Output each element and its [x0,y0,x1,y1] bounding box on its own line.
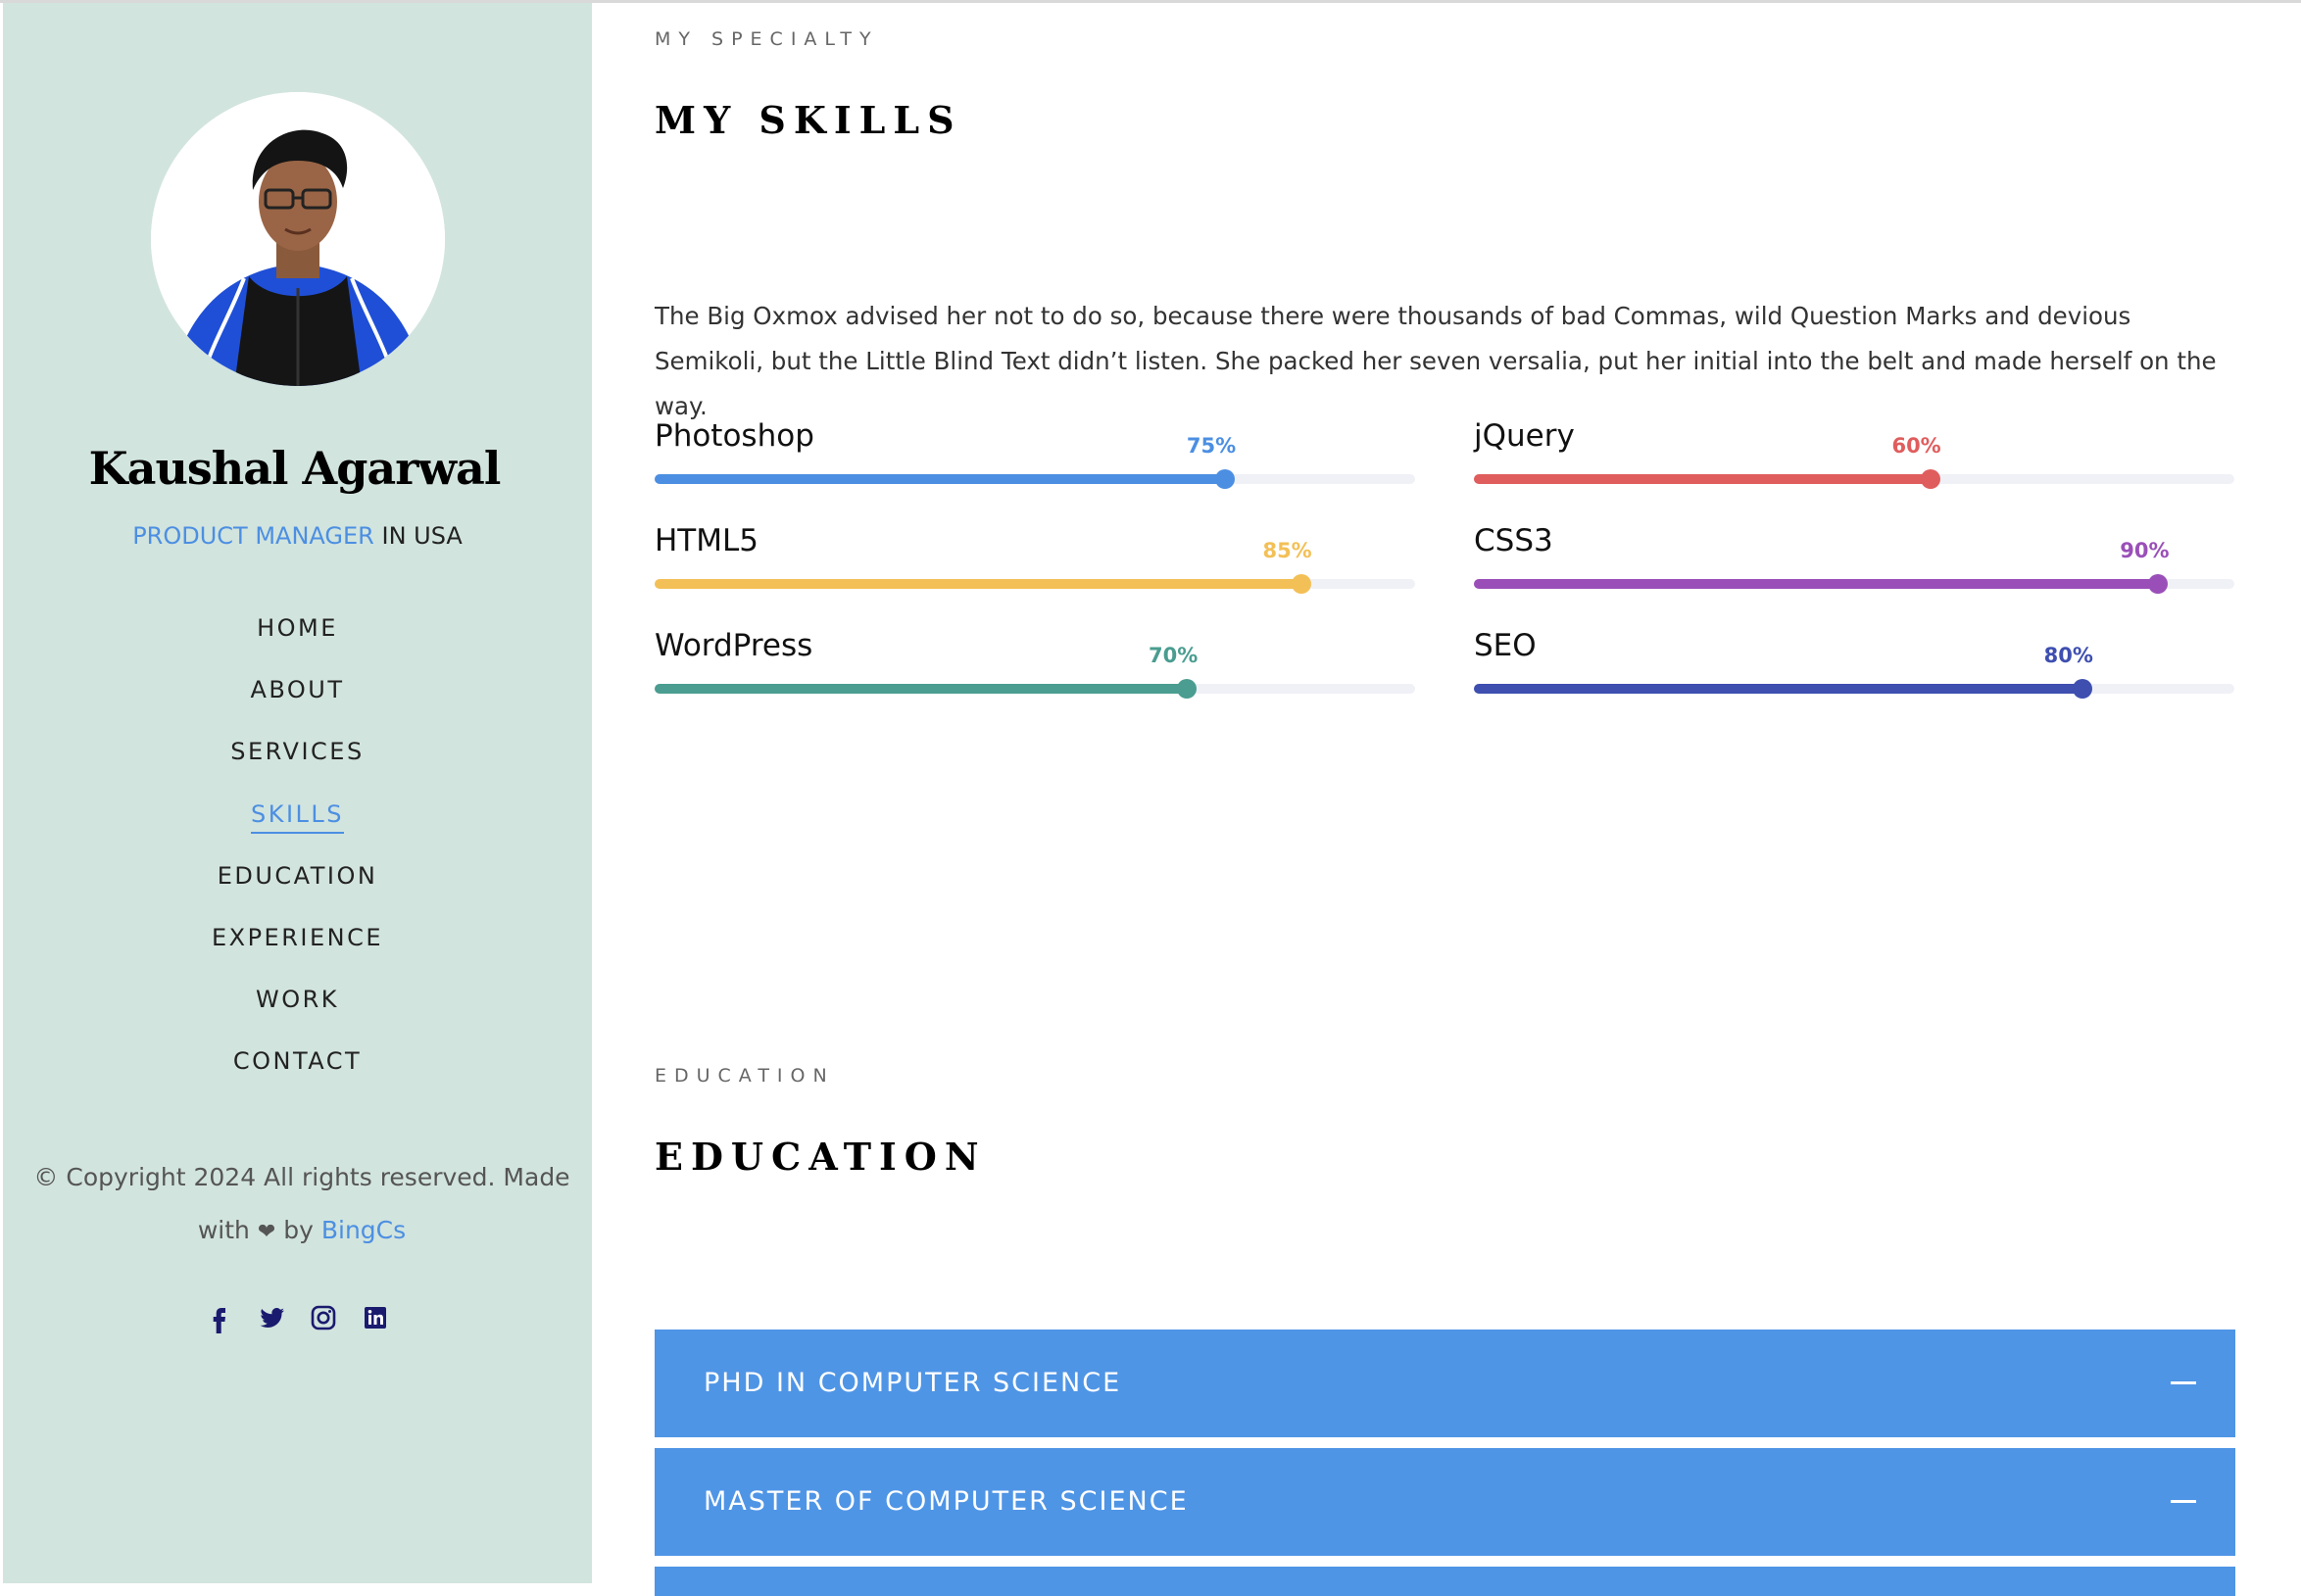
author-link[interactable]: BingCs [321,1216,406,1244]
instagram-icon[interactable] [308,1302,339,1333]
skill-progress-knob [1920,469,1940,489]
nav-item-services[interactable]: SERVICES [3,730,592,792]
skill-label: Photoshop [655,418,814,454]
nav-item-label[interactable]: HOME [257,614,338,646]
nav-item-label[interactable]: SERVICES [230,738,364,769]
collapse-minus-icon[interactable] [2171,1500,2196,1503]
nav-item-skills[interactable]: SKILLS [3,793,592,854]
nav-item-label[interactable]: EDUCATION [218,862,378,894]
skill-label: jQuery [1474,418,1575,454]
skill-css3: CSS3 90% [1474,523,2234,602]
skill-progress-track [1474,574,2234,594]
skill-progress-knob [1291,574,1311,594]
skill-progress-track [655,469,1415,489]
facebook-icon[interactable] [204,1302,235,1333]
skill-progress-track [1474,679,2234,699]
education-item-phd[interactable]: PHD IN COMPUTER SCIENCE [655,1330,2235,1437]
skills-subheading: MY SPECIALTY [655,28,879,50]
skill-progress-fill [655,579,1301,589]
skill-label: HTML5 [655,523,759,558]
heart-icon: ❤ [257,1220,276,1244]
nav-item-label[interactable]: ABOUT [250,676,344,707]
skill-photoshop: Photoshop 75% [655,418,1415,497]
skill-progress-knob [2148,574,2169,594]
education-item-masters[interactable]: MASTER OF COMPUTER SCIENCE [655,1448,2235,1556]
accordion-title[interactable]: MASTER OF COMPUTER SCIENCE [704,1448,1189,1556]
copyright-with: with [197,1216,250,1244]
skill-percent: 75% [1186,434,1237,458]
skill-progress-fill [1474,474,1931,484]
nav-item-label[interactable]: EXPERIENCE [212,924,383,955]
skill-progress-knob [2072,679,2092,699]
nav-item-education[interactable]: EDUCATION [3,854,592,916]
collapse-minus-icon[interactable] [2171,1381,2196,1384]
role-title: PRODUCT MANAGER [132,522,374,550]
skill-progress-track [655,574,1415,594]
education-subheading: EDUCATION [655,1065,835,1087]
skill-progress-fill [1474,684,2082,694]
main-nav: HOME ABOUT SERVICES SKILLS EDUCATION EXP… [3,606,592,1102]
avatar [151,92,445,386]
skill-percent: 85% [1262,539,1312,562]
profile-name: Kaushal Agarwal [88,442,502,495]
skill-percent: 60% [1891,434,1941,458]
skill-progress-knob [1177,679,1198,699]
skill-progress-fill [1474,579,2159,589]
nav-item-label[interactable]: WORK [256,986,339,1017]
profile-photo [151,92,445,386]
accordion-title[interactable]: PHD IN COMPUTER SCIENCE [704,1330,1121,1437]
skill-label: CSS3 [1474,523,1553,558]
nav-item-experience[interactable]: EXPERIENCE [3,916,592,978]
role-location: IN USA [381,522,463,550]
skill-seo: SEO 80% [1474,628,2234,706]
skill-label: SEO [1474,628,1537,663]
copyright-text: © Copyright 2024 All rights reserved. Ma… [32,1151,571,1259]
skill-wordpress: WordPress 70% [655,628,1415,706]
skill-jquery: jQuery 60% [1474,418,2234,497]
skill-label: WordPress [655,628,813,663]
nav-item-label[interactable]: CONTACT [233,1047,362,1079]
skill-progress-track [655,679,1415,699]
nav-item-label[interactable]: SKILLS [250,799,345,834]
linkedin-icon[interactable] [360,1302,391,1333]
copyright-prefix: © Copyright 2024 All rights reserved. Ma… [33,1163,570,1191]
education-heading: EDUCATION [655,1135,987,1179]
skill-percent: 80% [2043,644,2093,667]
main-content: MY SPECIALTY MY SKILLS The Big Oxmox adv… [592,3,2301,1596]
skill-progress-knob [1215,469,1235,489]
profile-role: PRODUCT MANAGER IN USA [3,522,592,550]
skill-html5: HTML5 85% [655,523,1415,602]
copyright-by: by [283,1216,314,1244]
skill-percent: 90% [2120,539,2170,562]
skills-heading: MY SKILLS [655,98,962,142]
skill-progress-track [1474,469,2234,489]
nav-item-about[interactable]: ABOUT [3,668,592,730]
nav-item-home[interactable]: HOME [3,606,592,668]
skill-percent: 70% [1149,644,1199,667]
skill-progress-fill [655,684,1188,694]
nav-item-work[interactable]: WORK [3,978,592,1040]
nav-item-contact[interactable]: CONTACT [3,1040,592,1101]
sidebar: Kaushal Agarwal PRODUCT MANAGER IN USA H… [3,3,592,1583]
skill-progress-fill [655,474,1225,484]
education-item-next[interactable] [655,1567,2235,1596]
skills-intro: The Big Oxmox advised her not to do so, … [655,302,2217,420]
twitter-icon[interactable] [256,1302,287,1333]
social-links [3,1302,592,1333]
